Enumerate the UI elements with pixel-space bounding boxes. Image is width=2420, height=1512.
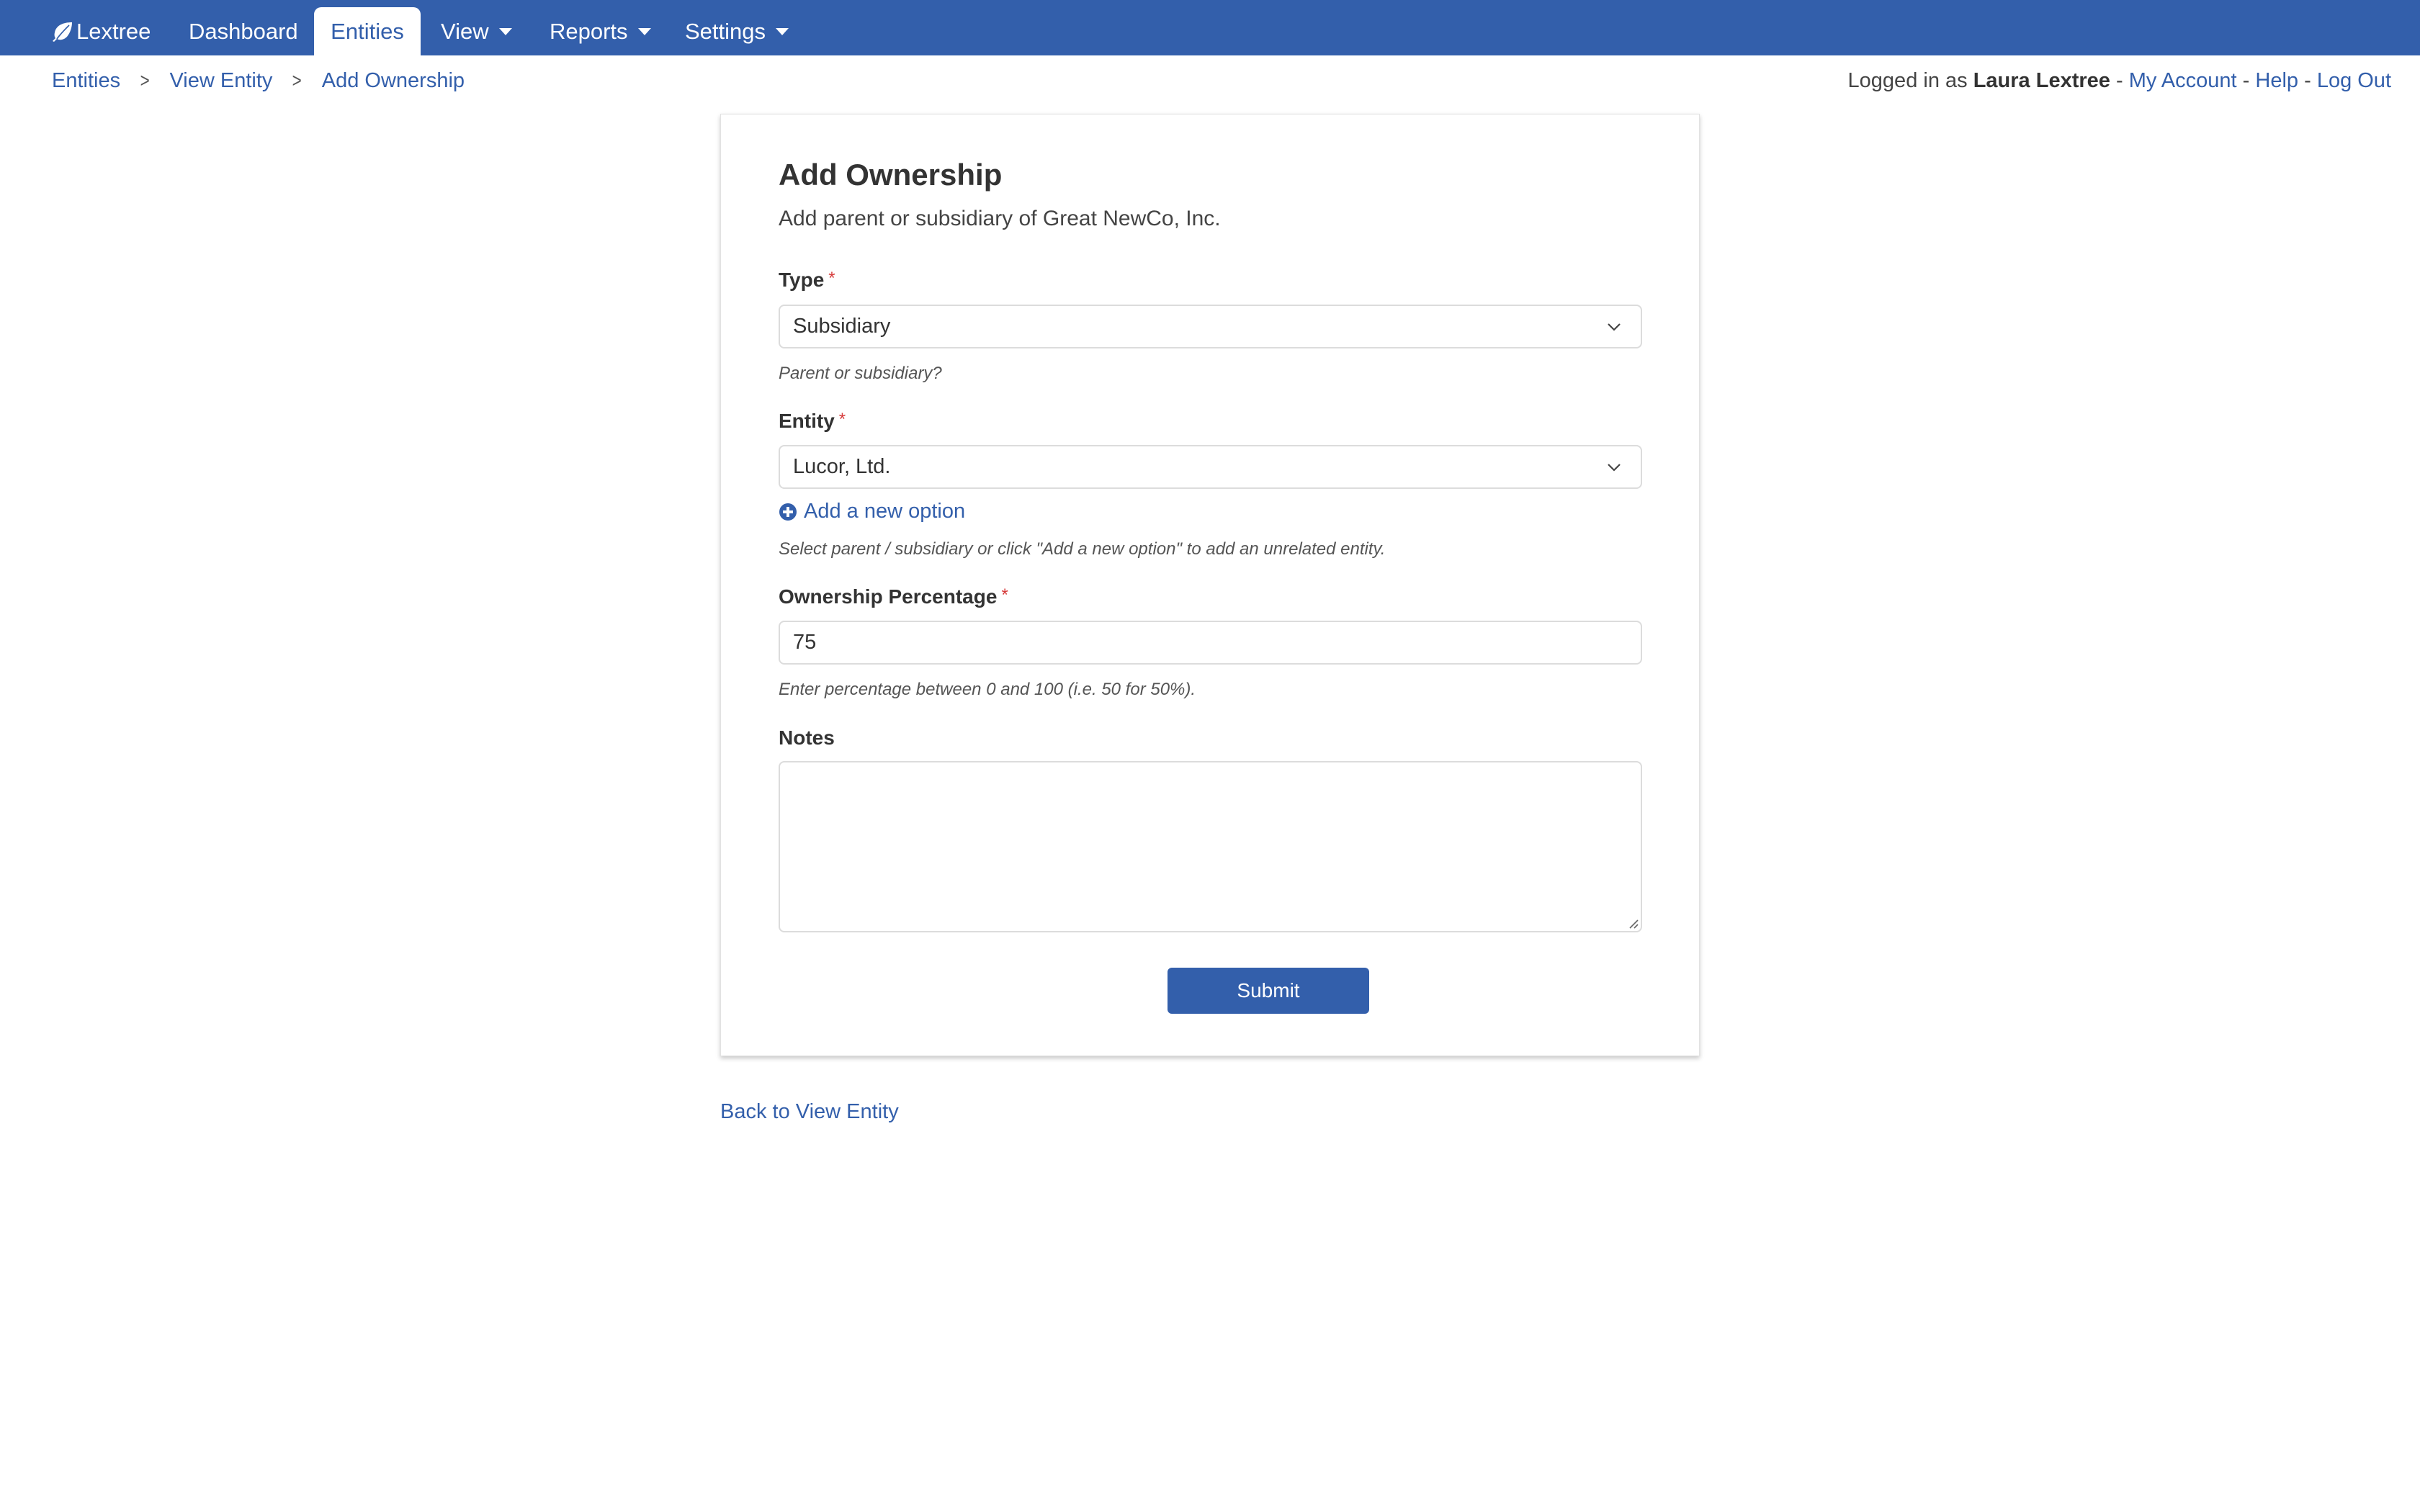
leaf-icon [53,22,72,42]
resize-grip-icon[interactable] [1627,917,1639,929]
ownership-percentage-label: Ownership Percentage * [779,585,1008,608]
notes-label-text: Notes [779,726,835,749]
breadcrumb-entities[interactable]: Entities [52,69,120,93]
separator: - [2298,68,2317,92]
add-new-option-label: Add a new option [804,500,966,523]
breadcrumb-view-entity[interactable]: View Entity [169,69,272,93]
required-marker: * [828,269,835,288]
nav-menu-reports-label: Reports [550,18,628,44]
help-link[interactable]: Help [2255,69,2298,93]
breadcrumb: Entities > View Entity > Add Ownership [52,66,465,95]
type-label-text: Type [779,269,825,291]
ownership-percentage-input[interactable]: 75 [779,621,1642,665]
add-ownership-card: Add Ownership Add parent or subsidiary o… [720,114,1700,1056]
required-marker: * [1001,585,1008,605]
separator: - [2110,68,2129,92]
ownership-percentage-value: 75 [793,631,817,654]
page-subtitle: Add parent or subsidiary of Great NewCo,… [779,207,1221,230]
nav-tab-entities[interactable]: Entities [314,7,421,55]
notes-textarea[interactable] [779,761,1642,932]
nav-menu-reports[interactable]: Reports [550,7,651,55]
nav-tab-entities-label: Entities [331,18,404,44]
type-label: Type * [779,269,835,292]
log-out-link[interactable]: Log Out [2317,69,2391,93]
brand-name: Lextree [76,18,151,44]
caret-down-icon [498,27,512,35]
submit-button[interactable]: Submit [1168,968,1369,1014]
entity-help: Select parent / subsidiary or click "Add… [779,539,1386,559]
entity-select-value: Lucor, Ltd. [793,455,891,478]
chevron-down-icon [1608,323,1621,331]
nav-menu-settings[interactable]: Settings [685,7,789,55]
entity-label-text: Entity [779,410,835,432]
notes-label: Notes [779,726,835,750]
ownership-percentage-label-text: Ownership Percentage [779,585,998,608]
ownership-percentage-help: Enter percentage between 0 and 100 (i.e.… [779,680,1196,699]
account-bar: Logged in as Laura Lextree - My Account … [1848,66,2391,95]
chevron-right-icon: > [292,69,302,91]
top-navbar: Lextree Dashboard Entities View Reports … [0,0,2420,55]
nav-tab-dashboard[interactable]: Dashboard [189,7,298,55]
my-account-link[interactable]: My Account [2129,69,2237,93]
breadcrumb-add-ownership[interactable]: Add Ownership [322,69,465,93]
nav-brand[interactable]: Lextree [50,7,151,55]
add-new-option-link[interactable]: Add a new option [779,500,965,523]
back-to-view-entity-link[interactable]: Back to View Entity [720,1100,899,1124]
caret-down-icon [776,27,789,35]
nav-tab-dashboard-label: Dashboard [189,18,298,44]
caret-down-icon [637,27,651,35]
type-select[interactable]: Subsidiary [779,305,1642,348]
required-marker: * [838,410,846,429]
entity-select[interactable]: Lucor, Ltd. [779,445,1642,489]
plus-circle-icon [779,503,797,521]
user-name: Laura Lextree [1973,68,2110,92]
logged-in-prefix: Logged in as [1847,68,1973,92]
separator: - [2236,68,2256,92]
type-select-value: Subsidiary [793,315,891,338]
nav-menu-view[interactable]: View [441,7,512,55]
type-help: Parent or subsidiary? [779,364,942,383]
chevron-down-icon [1608,464,1621,472]
nav-menu-view-label: View [441,18,489,44]
entity-label: Entity * [779,410,846,433]
page-title: Add Ownership [779,158,1003,192]
chevron-right-icon: > [140,69,150,91]
nav-menu-settings-label: Settings [685,18,766,44]
